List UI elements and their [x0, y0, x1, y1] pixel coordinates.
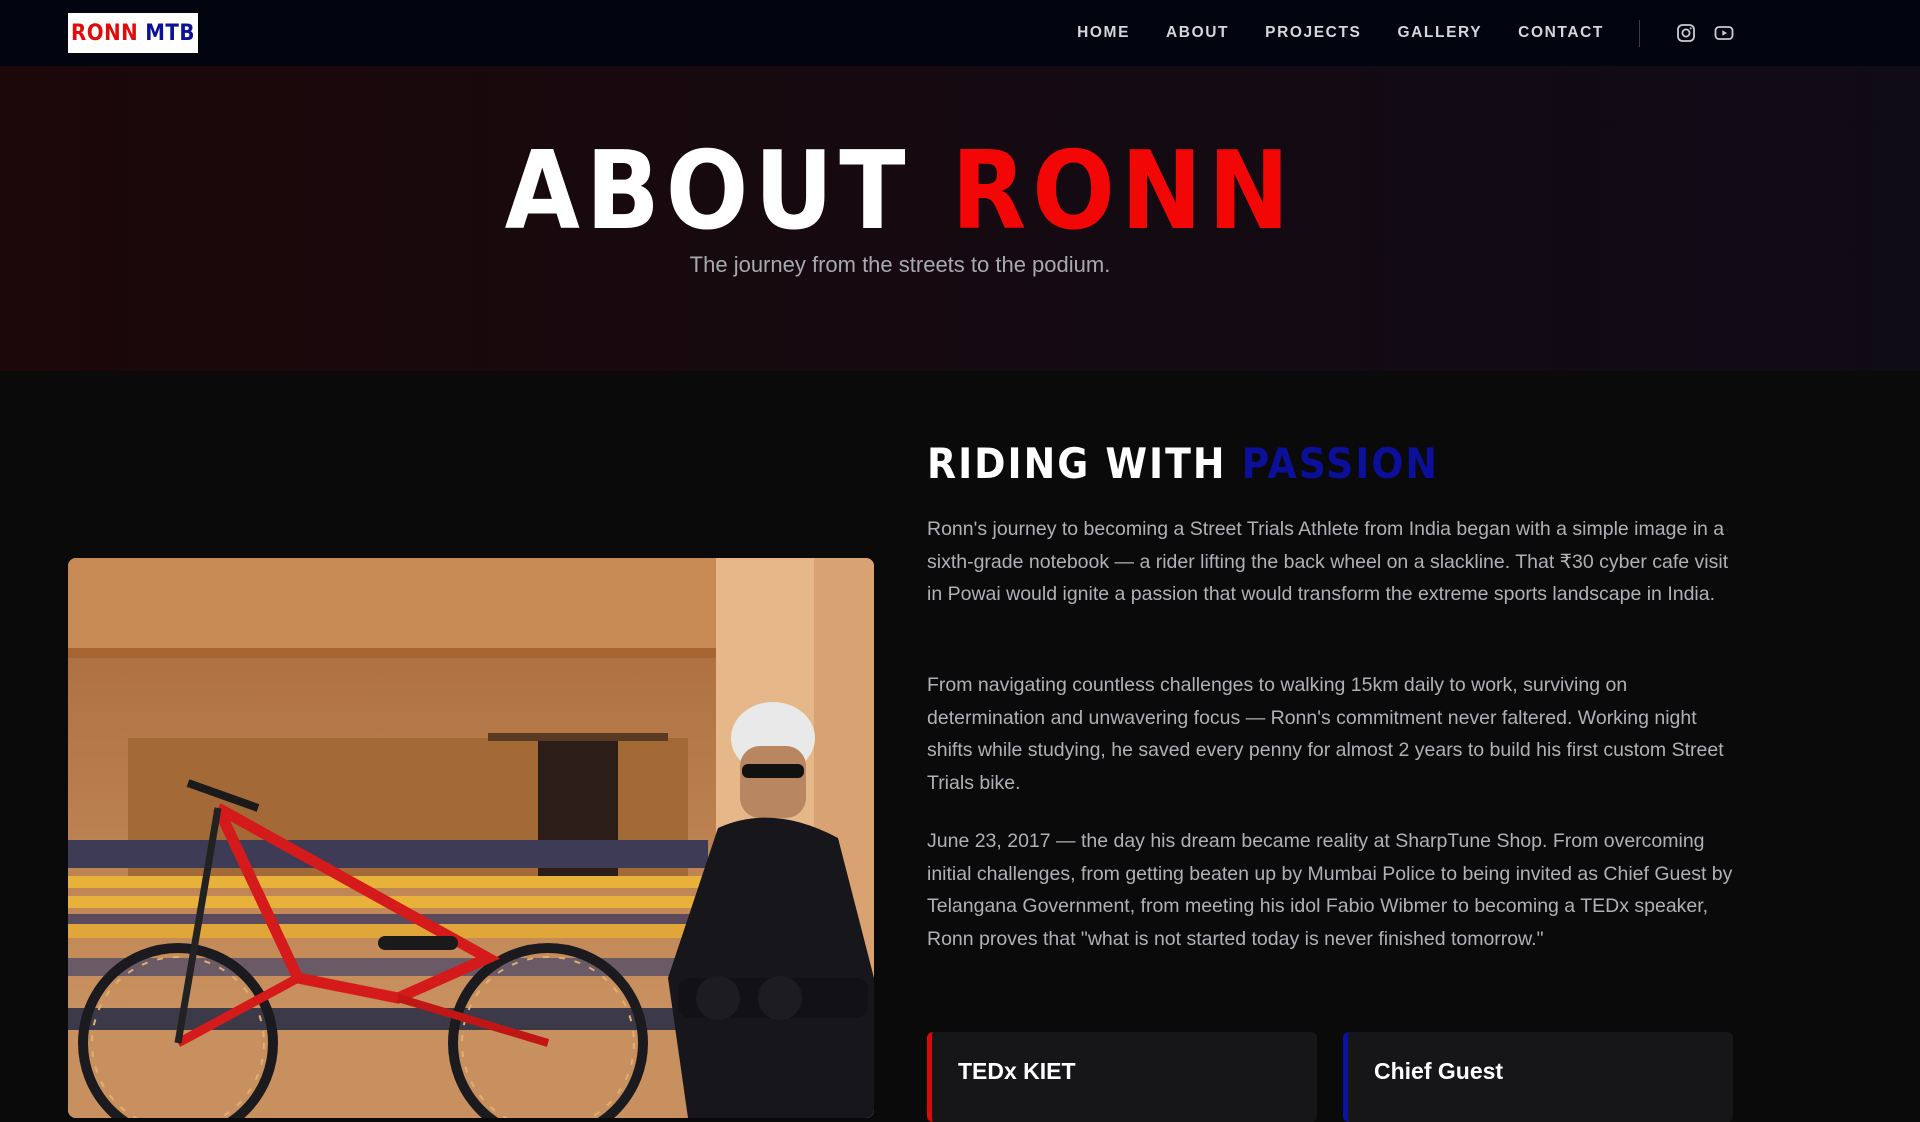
site-logo[interactable]: RONN MTB — [68, 13, 198, 53]
card-title: Chief Guest — [1374, 1058, 1504, 1084]
main-menu: HOME ABOUT PROJECTS GALLERY CONTACT — [1041, 0, 1604, 66]
section-heading: RIDING WITH PASSION — [927, 434, 1439, 494]
nav-contact-link[interactable]: CONTACT — [1518, 24, 1604, 42]
card-title: TEDx KIET — [958, 1058, 1076, 1084]
heading-part-passion: PASSION — [1241, 439, 1440, 488]
top-navbar: RONN MTB HOME ABOUT PROJECTS GALLERY CON… — [0, 0, 1920, 66]
about-paragraph-1: Ronn's journey to becoming a Street Tria… — [927, 518, 1729, 605]
youtube-icon[interactable] — [1714, 23, 1734, 43]
highlight-card-chief-guest: Chief Guest — [1343, 1032, 1733, 1122]
about-paragraph-3: June 23, 2017 — the day his dream became… — [927, 830, 1733, 950]
about-paragraph-2: From navigating countless challenges to … — [927, 674, 1724, 794]
logo-text-mtb: MTB — [145, 20, 195, 46]
title-word-ronn: RONN — [951, 129, 1296, 254]
nav-projects-link[interactable]: PROJECTS — [1265, 24, 1361, 42]
page-title: ABOUT RONN — [0, 122, 1800, 262]
nav-home-link[interactable]: HOME — [1077, 24, 1130, 42]
highlight-card-tedx: TEDx KIET — [927, 1032, 1317, 1122]
heading-part-riding: RIDING WITH — [927, 439, 1227, 488]
rider-with-bike-photo — [68, 558, 874, 1118]
nav-divider — [1639, 20, 1640, 47]
title-word-about: ABOUT — [504, 129, 912, 254]
hero-banner: ABOUT RONN The journey from the streets … — [0, 66, 1920, 371]
nav-gallery-link[interactable]: GALLERY — [1397, 24, 1482, 42]
instagram-icon[interactable] — [1676, 23, 1696, 43]
logo-text-ronn: RONN — [71, 20, 139, 46]
nav-about-link[interactable]: ABOUT — [1166, 24, 1229, 42]
page-subtitle: The journey from the streets to the podi… — [689, 252, 1111, 277]
